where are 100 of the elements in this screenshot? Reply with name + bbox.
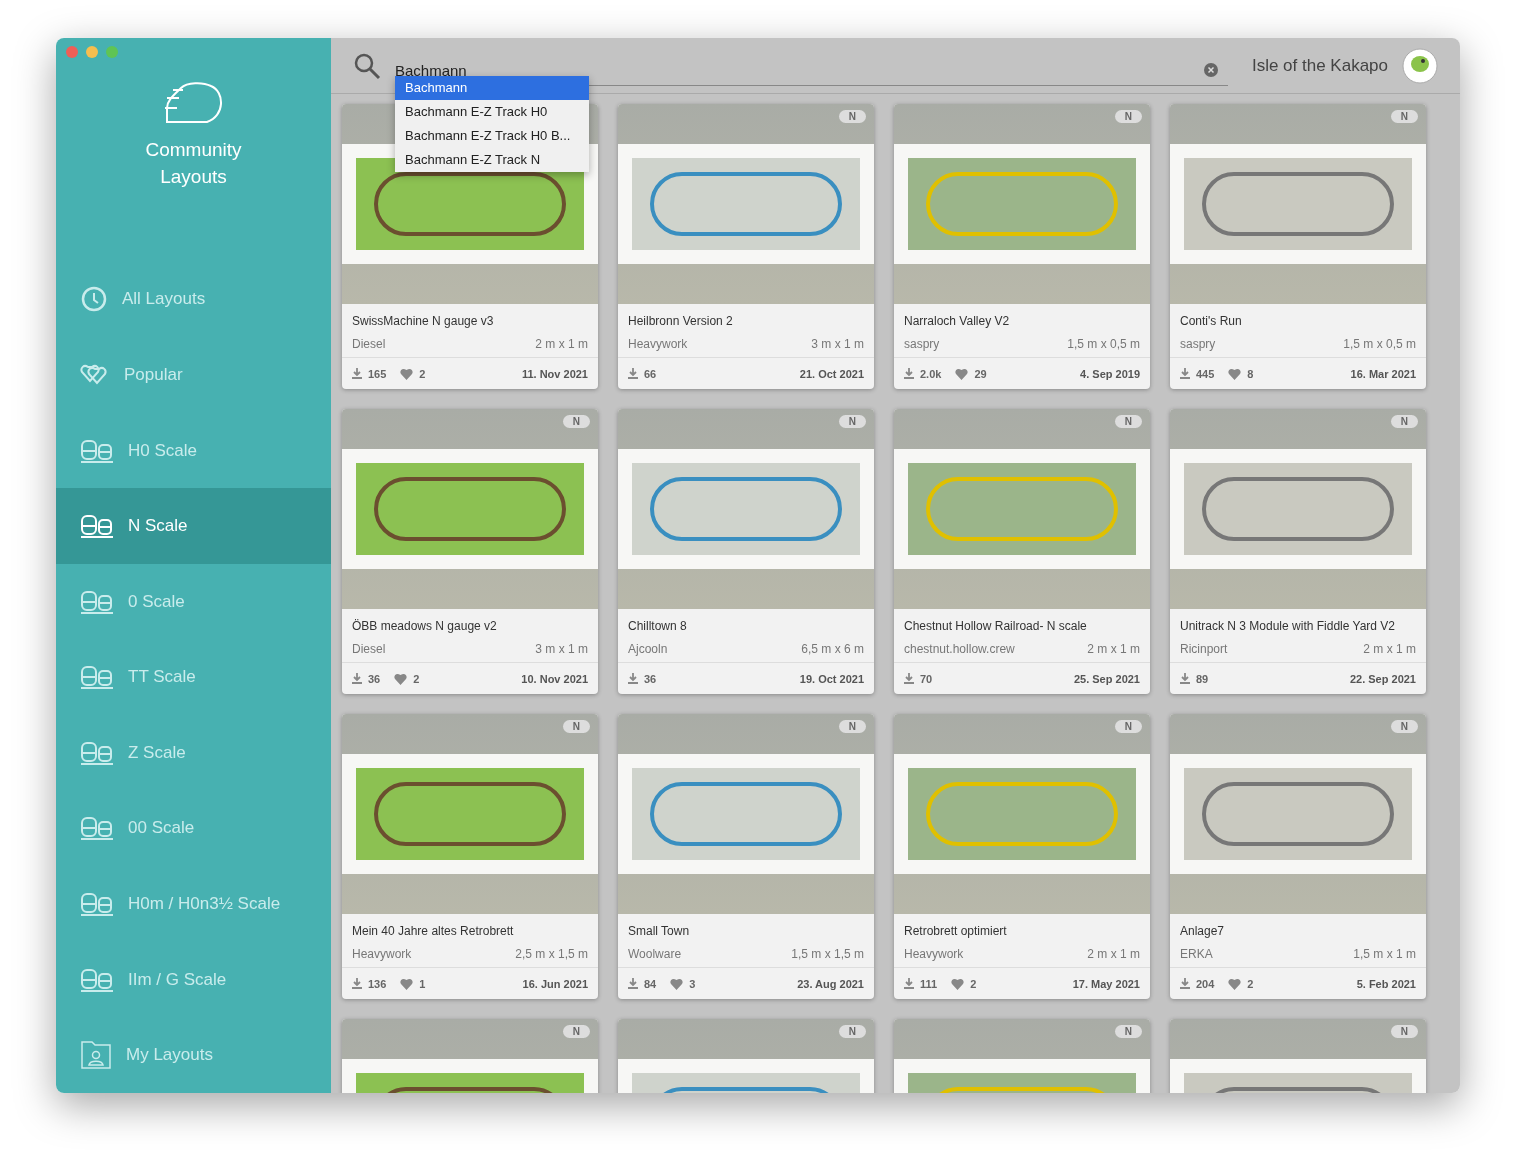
heart-icon [400,977,414,990]
layout-card[interactable]: N Retrobrett optimiert Heavywork 2 m x 1 m 111 2 17. May 2021 [894,714,1150,999]
heart-icon [951,977,965,990]
heart-icon [400,367,414,380]
download-count: 445 [1196,367,1215,380]
download-count: 111 [920,977,938,990]
author-name: Heavywork [352,947,412,961]
layout-card[interactable]: N Small Town Woolware 1,5 m x 1,5 m 84 3 23. Aug 2021 [618,714,874,999]
train-icon [80,891,114,918]
layout-date: 16. Mar 2021 [1350,367,1416,380]
train-icon [80,588,114,615]
like-count: 1 [419,977,426,990]
layout-size: 2 m x 1 m [535,337,588,351]
layout-title: Chilltown 8 [628,619,688,633]
layout-card[interactable]: N Chestnut Hollow Railroad- N scale chestnut.hollow.crew 2 m x 1 m 70 25. Sep 2021 [894,409,1150,694]
download-count: 2.0k [920,367,942,380]
suggestion-item[interactable]: Bachmann E-Z Track H0 B... [395,124,589,148]
author-name: Woolware [628,947,682,961]
layout-title: Chestnut Hollow Railroad- N scale [904,619,1088,633]
download-icon [904,673,914,684]
layout-card[interactable]: N Narraloch Valley V2 saspry 1,5 m x 0,5 m 2.0k 29 4. Sep 2019 [894,104,1150,389]
download-count: 36 [368,672,381,685]
layout-card[interactable]: N ÖBB meadows N gauge v2 Diesel 3 m x 1 m 36 2 10. Nov 2021 [342,409,598,694]
author-name: Diesel [352,642,386,656]
layout-card[interactable]: N Mein 40 Jahre altes Retrobrett Heavywork 2,5 m x 1,5 m 136 1 16. Jun 2021 [342,714,598,999]
download-icon [904,978,914,989]
folder-person-icon [80,1040,112,1071]
layout-date: 25. Sep 2021 [1073,672,1140,685]
layout-size: 1,5 m x 0,5 m [1343,337,1416,351]
layout-date: 11. Nov 2021 [521,367,588,380]
layout-title: Small Town [628,924,691,938]
layout-title: Conti's Run [1180,314,1243,328]
author-name: Diesel [352,337,386,351]
layout-size: 1,5 m x 0,5 m [1067,337,1140,351]
layout-title: Anlage7 [1180,924,1226,938]
train-icon [80,815,114,842]
download-icon [352,368,362,379]
heart-icon [670,977,684,990]
layout-size: 1,5 m x 1 m [1353,947,1416,961]
layout-date: 10. Nov 2021 [521,672,588,685]
like-count: 2 [413,672,420,685]
layout-date: 23. Aug 2021 [797,977,864,990]
heart-icon [394,672,408,685]
download-icon [628,978,638,989]
download-icon [628,368,638,379]
layout-card[interactable]: N [1170,1019,1426,1093]
download-icon [1180,673,1190,684]
download-icon [352,673,362,684]
app-title: Community Layouts [144,138,243,189]
download-icon [352,978,362,989]
layout-card[interactable]: N [618,1019,874,1093]
download-count: 36 [644,672,657,685]
layout-size: 2 m x 1 m [1087,947,1140,961]
layout-title: SwissMachine N gauge v3 [352,314,495,328]
like-count: 3 [689,977,696,990]
layout-title: Narraloch Valley V2 [904,314,1011,328]
user-name: Isle of the Kakapo [1251,55,1388,76]
author-name: chestnut.hollow.crew [904,642,1015,656]
suggestion-item[interactable]: Bachmann E-Z Track N [395,148,589,172]
avatar-icon[interactable] [1402,47,1438,84]
like-count: 2 [419,367,426,380]
search-icon [353,51,381,80]
like-count: 8 [1247,367,1254,380]
layout-date: 21. Oct 2021 [799,367,864,380]
layout-card[interactable]: N Conti's Run saspry 1,5 m x 0,5 m 445 8 16. Mar 2021 [1170,104,1426,389]
layout-card[interactable]: N Anlage7 ERKA 1,5 m x 1 m 204 2 5. Feb 2021 [1170,714,1426,999]
layout-date: 19. Oct 2021 [799,672,864,685]
clear-icon[interactable] [1203,63,1218,77]
layout-title: Unitrack N 3 Module with Fiddle Yard V2 [1180,619,1396,633]
window-control[interactable] [86,46,98,58]
heart-icon [955,367,969,380]
suggestion-item[interactable]: Bachmann [395,76,589,100]
layout-card[interactable]: N Heilbronn Version 2 Heavywork 3 m x 1 m 66 21. Oct 2021 [618,104,874,389]
train-icon [80,664,114,691]
train-icon [80,966,114,993]
layout-card[interactable]: N Chilltown 8 Ajcooln 6,5 m x 6 m 36 19. Oct 2021 [618,409,874,694]
layout-size: 2 m x 1 m [1087,642,1140,656]
train-icon [80,513,114,540]
train-icon [80,739,114,766]
clock-icon [80,285,108,314]
layout-card[interactable]: N [342,1019,598,1093]
layout-card[interactable]: N Unitrack N 3 Module with Fiddle Yard V2 Ricinport 2 m x 1 m 89 22. Sep 2021 [1170,409,1426,694]
download-count: 165 [368,367,387,380]
layout-size: 2 m x 1 m [1363,642,1416,656]
layout-size: 2,5 m x 1,5 m [515,947,588,961]
author-name: saspry [904,337,940,351]
window-control[interactable] [66,46,78,58]
layout-date: 17. May 2021 [1072,977,1140,990]
window-control[interactable] [106,46,118,58]
author-name: Ricinport [1180,642,1228,656]
author-name: Heavywork [628,337,688,351]
like-count: 2 [1247,977,1254,990]
download-icon [904,368,914,379]
heart-icon [1228,977,1242,990]
download-icon [1180,978,1190,989]
download-count: 204 [1196,977,1215,990]
layout-date: 4. Sep 2019 [1080,367,1140,380]
layout-title: Retrobrett optimiert [904,924,1008,938]
layout-size: 3 m x 1 m [535,642,588,656]
layout-card[interactable]: N [894,1019,1150,1093]
